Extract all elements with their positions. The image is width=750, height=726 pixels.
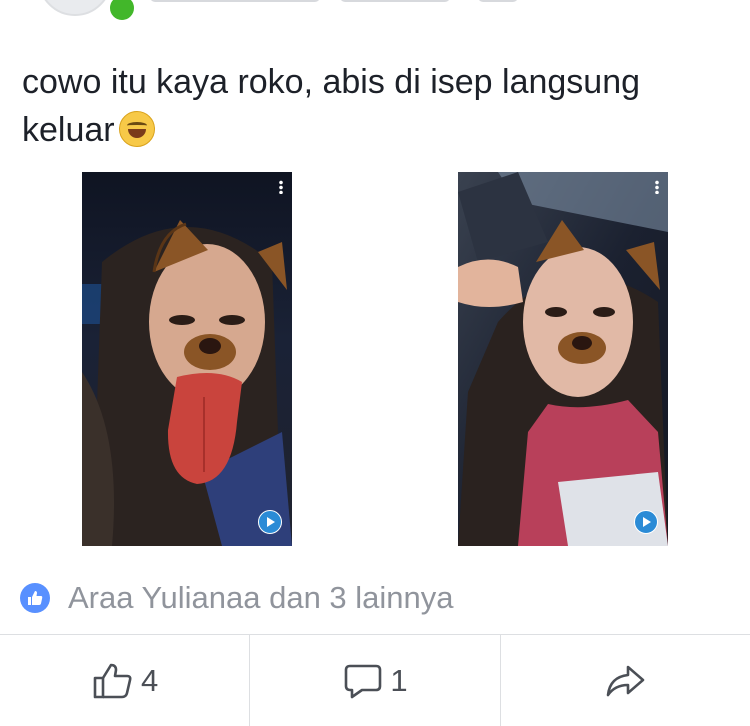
play-icon[interactable]	[634, 510, 658, 534]
post-header	[0, 0, 750, 50]
post-text: cowo itu kaya roko, abis di isep langsun…	[22, 58, 732, 154]
share-button[interactable]	[499, 635, 750, 726]
reactions-summary[interactable]: Araa Yulianaa dan 3 lainnya	[20, 578, 454, 618]
post-photo-1[interactable]	[82, 172, 292, 546]
reactions-text: Araa Yulianaa dan 3 lainnya	[68, 580, 454, 615]
thumbs-up-icon	[93, 663, 132, 698]
author-name-cropped	[150, 0, 320, 2]
play-icon[interactable]	[258, 510, 282, 534]
post-photo-2[interactable]	[458, 172, 668, 546]
vertical-dots-icon[interactable]	[655, 180, 659, 194]
online-status-dot	[108, 0, 136, 22]
vertical-dots-icon[interactable]	[279, 180, 283, 194]
like-count: 4	[141, 662, 159, 698]
photo-1-image	[82, 172, 292, 546]
like-glyph	[28, 591, 43, 605]
action-bar: 4 1	[0, 635, 750, 726]
grinning-squinting-face-icon	[118, 111, 155, 147]
comment-count: 1	[390, 662, 408, 698]
like-button[interactable]: 4	[0, 635, 249, 726]
author-meta-cropped-2	[478, 0, 518, 2]
like-icon	[20, 583, 50, 613]
share-arrow-icon	[607, 665, 645, 696]
post-text-content: cowo itu kaya roko, abis di isep langsun…	[22, 63, 641, 149]
avatar[interactable]	[38, 0, 112, 16]
comment-button[interactable]: 1	[249, 635, 499, 726]
speech-bubble-icon	[345, 664, 382, 698]
author-meta-cropped	[340, 0, 450, 2]
photo-2-image	[458, 172, 668, 546]
